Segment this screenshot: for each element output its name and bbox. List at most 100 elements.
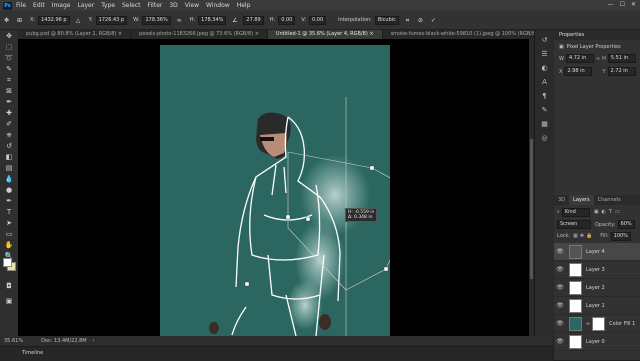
y-field[interactable]: 1726.43 p	[95, 15, 128, 25]
layer-mask-thumbnail[interactable]	[592, 316, 606, 331]
visibility-eye-icon[interactable]: 👁	[556, 338, 564, 345]
filter-adjust-icon[interactable]: ◐	[602, 209, 606, 215]
menu-layer[interactable]: Layer	[77, 2, 94, 9]
prop-y-field[interactable]: 2.72 in	[607, 67, 636, 76]
layer-row[interactable]: 👁 Layer 2	[554, 279, 640, 297]
history-brush-icon[interactable]: ↺	[3, 142, 15, 151]
clone-stamp-icon[interactable]: ⎈	[3, 131, 15, 140]
lock-all-icon[interactable]: 🔒	[586, 233, 592, 239]
minimize-icon[interactable]: —	[608, 1, 614, 8]
crop-tool-icon[interactable]: ⌗	[3, 76, 15, 85]
adjustments-icon[interactable]: ◐	[540, 64, 549, 72]
menu-window[interactable]: Window	[206, 2, 230, 9]
transform-handle[interactable]	[369, 165, 375, 171]
quick-mask-icon[interactable]: ◘	[3, 282, 15, 291]
rectangle-tool-icon[interactable]: ▭	[3, 230, 15, 239]
menu-select[interactable]: Select	[122, 2, 141, 9]
layer-name[interactable]: Layer 0	[586, 339, 605, 345]
status-menu-icon[interactable]: ›	[93, 338, 95, 344]
properties-title[interactable]: Properties	[559, 32, 584, 38]
filter-type-icon[interactable]: T	[609, 209, 612, 215]
character-icon[interactable]: A	[540, 78, 549, 86]
opacity-field[interactable]: 60%	[617, 220, 635, 229]
blend-mode-select[interactable]: Screen	[557, 220, 591, 229]
eyedropper-tool-icon[interactable]: ✒	[3, 98, 15, 107]
prop-link-icon[interactable]: ∞	[596, 56, 600, 62]
cancel-transform-icon[interactable]: ⊘	[417, 17, 424, 24]
document-canvas[interactable]: H: -0.559 in Δ: 0.348 in	[160, 45, 390, 336]
paragraph-icon[interactable]: ¶	[540, 92, 549, 100]
menu-image[interactable]: Image	[52, 2, 71, 9]
pen-tool-icon[interactable]: ✒	[3, 197, 15, 206]
visibility-eye-icon[interactable]: 👁	[556, 266, 564, 273]
layer-name[interactable]: Layer 1	[586, 303, 605, 309]
scrollbar-thumb[interactable]	[530, 139, 533, 279]
healing-brush-icon[interactable]: ✚	[3, 109, 15, 118]
interpolation-select[interactable]: Bicubic	[374, 15, 399, 25]
menu-type[interactable]: Type	[101, 2, 115, 9]
tab-3d[interactable]: 3D	[554, 195, 569, 205]
foreground-color-swatch[interactable]	[3, 258, 12, 267]
frame-tool-icon[interactable]: ⊠	[3, 87, 15, 96]
visibility-eye-icon[interactable]: 👁	[556, 248, 564, 255]
timeline-label[interactable]: Timeline	[22, 350, 43, 356]
tab-layers[interactable]: Layers	[569, 195, 594, 205]
layer-name[interactable]: Color Fill 1	[609, 321, 635, 327]
layer-row[interactable]: 👁 Layer 4	[554, 243, 640, 261]
menu-help[interactable]: Help	[237, 2, 251, 9]
reference-point-icon[interactable]: ⊞	[16, 17, 23, 24]
menu-file[interactable]: File	[16, 2, 26, 9]
tab-channels[interactable]: Channels	[594, 195, 625, 205]
history-icon[interactable]: ↺	[540, 36, 549, 44]
canvas-area[interactable]: H: -0.559 in Δ: 0.348 in	[18, 39, 529, 336]
tab-pubg[interactable]: pubg.psd @ 80.8% (Layer 1, RGB/8) ×	[18, 30, 132, 39]
prop-x-field[interactable]: 2.98 in	[564, 67, 593, 76]
link-icon[interactable]: ∞	[176, 17, 183, 24]
path-select-icon[interactable]: ➤	[3, 219, 15, 228]
x-field[interactable]: 1432.96 p	[38, 15, 70, 25]
angle-field[interactable]: 27.89	[243, 15, 264, 25]
tab-untitled-1[interactable]: Untitled-1 @ 35.6% (Layer 4, RGB/8) ×	[267, 30, 383, 39]
visibility-eye-icon[interactable]: 👁	[556, 320, 564, 327]
vskew-field[interactable]: 0.00	[309, 15, 327, 25]
menu-filter[interactable]: Filter	[148, 2, 163, 9]
filter-shape-icon[interactable]: ▭	[615, 209, 620, 215]
type-tool-icon[interactable]: T	[3, 208, 15, 217]
layer-name[interactable]: Layer 2	[586, 285, 605, 291]
eraser-tool-icon[interactable]: ◧	[3, 153, 15, 162]
brush-tool-icon[interactable]: ✐	[3, 120, 15, 129]
delta-icon[interactable]: △	[75, 17, 82, 24]
visibility-eye-icon[interactable]: 👁	[556, 284, 564, 291]
prop-w-field[interactable]: 4.72 in	[565, 54, 594, 63]
width-field[interactable]: 178.36%	[142, 15, 171, 25]
warp-icon[interactable]: ⌗	[404, 17, 411, 24]
dodge-tool-icon[interactable]: ●	[3, 186, 15, 195]
layer-row[interactable]: 👁 Layer 1	[554, 297, 640, 315]
close-icon[interactable]: ✕	[631, 1, 636, 8]
learn-icon[interactable]: ◎	[540, 134, 549, 142]
layer-row[interactable]: 👁 ∞ Color Fill 1	[554, 315, 640, 333]
marquee-tool-icon[interactable]: ⬚	[3, 43, 15, 52]
zoom-level[interactable]: 35.61%	[4, 338, 23, 344]
menu-view[interactable]: View	[185, 2, 199, 9]
move-tool-icon[interactable]: ✥	[3, 17, 10, 24]
transform-handle[interactable]	[383, 266, 389, 272]
brushes-icon[interactable]: ✎	[540, 106, 549, 114]
layer-row[interactable]: 👁 Layer 3	[554, 261, 640, 279]
screen-mode-icon[interactable]: ▣	[3, 297, 15, 306]
tab-pexels[interactable]: pexels-photo-1183266.jpeg @ 73.6% (RGB/8…	[131, 30, 268, 39]
menu-edit[interactable]: Edit	[33, 2, 45, 9]
filter-kind-select[interactable]: Kind	[561, 207, 590, 217]
commit-transform-icon[interactable]: ✓	[430, 17, 437, 24]
tab-smoke[interactable]: smoke-fumes-black-white-59810 (1).jpeg @…	[383, 30, 552, 39]
hskew-field[interactable]: 0.00	[278, 15, 296, 25]
filter-pixel-icon[interactable]: ▣	[594, 209, 599, 215]
blur-tool-icon[interactable]: 💧	[3, 175, 15, 184]
swatches-icon[interactable]: ▦	[540, 120, 549, 128]
properties-icon[interactable]: ☰	[540, 50, 549, 58]
layer-name[interactable]: Layer 3	[586, 267, 605, 273]
lock-position-icon[interactable]: ✥	[580, 233, 584, 239]
transform-handle[interactable]	[244, 281, 250, 287]
layer-name[interactable]: Layer 4	[586, 249, 605, 255]
visibility-eye-icon[interactable]: 👁	[556, 302, 564, 309]
